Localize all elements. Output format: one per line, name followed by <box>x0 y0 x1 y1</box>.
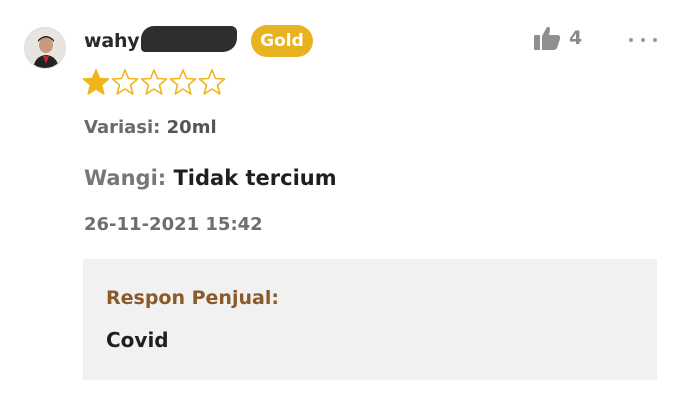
scent-label: Wangi: <box>84 166 167 190</box>
variation-value: 20ml <box>166 117 217 138</box>
more-dot <box>641 38 645 42</box>
membership-badge: Gold <box>251 25 313 57</box>
variation-line: Variasi: 20ml <box>84 117 217 138</box>
like-count: 4 <box>569 27 583 49</box>
star-empty-icon <box>198 69 226 95</box>
scent-value: Tidak tercium <box>173 166 337 190</box>
redacted-name-mask <box>141 26 237 52</box>
variation-label: Variasi: <box>84 117 161 138</box>
more-dot <box>629 38 633 42</box>
review-timestamp: 26-11-2021 15:42 <box>84 214 263 235</box>
seller-response-box: Respon Penjual: Covid <box>83 259 657 380</box>
star-empty-icon <box>169 69 197 95</box>
seller-response-text: Covid <box>106 328 169 352</box>
avatar[interactable] <box>24 27 66 69</box>
username[interactable]: wahy <box>84 29 140 53</box>
star-empty-icon <box>140 69 168 95</box>
seller-response-title: Respon Penjual: <box>106 287 279 309</box>
more-dot <box>653 38 657 42</box>
star-filled-icon <box>82 69 110 95</box>
like-button[interactable]: 4 <box>533 25 582 51</box>
more-options-button[interactable] <box>629 30 657 50</box>
thumbs-up-icon <box>534 26 561 50</box>
star-rating <box>82 68 226 96</box>
star-empty-icon <box>111 69 139 95</box>
scent-line: Wangi: Tidak tercium <box>84 166 337 190</box>
avatar-image <box>25 28 65 68</box>
